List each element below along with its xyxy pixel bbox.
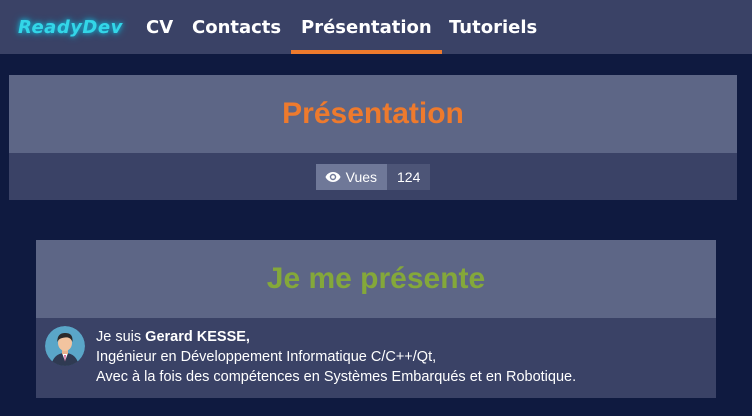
card-title-bar: Je me présente bbox=[36, 240, 716, 318]
page-title-bar: Présentation bbox=[9, 75, 737, 153]
nav-item-contacts[interactable]: Contacts bbox=[192, 0, 281, 54]
nav-item-cv[interactable]: CV bbox=[146, 0, 173, 54]
avatar bbox=[45, 326, 85, 366]
site-logo[interactable]: ReadyDev bbox=[18, 17, 123, 38]
views-count: 124 bbox=[387, 163, 431, 190]
card-body: Je suis Gerard KESSE, Ingénieur en Dével… bbox=[36, 318, 716, 398]
intro-card: Je me présente Je suis Gerard KESSE, Ing… bbox=[36, 240, 716, 398]
author-name: Gerard KESSE, bbox=[145, 329, 250, 345]
intro-line-3: Avec à la fois des compétences en Systèm… bbox=[96, 369, 577, 385]
views-label: Vues bbox=[345, 168, 378, 185]
nav-item-presentation[interactable]: Présentation bbox=[291, 0, 442, 54]
top-navbar: ReadyDev CV Contacts Présentation Tutori… bbox=[0, 0, 752, 54]
avatar-icon bbox=[45, 326, 85, 366]
presentation-header: Présentation Vues 124 bbox=[9, 75, 737, 200]
views-label-box: Vues bbox=[315, 163, 388, 190]
views-badge: Vues 124 bbox=[315, 163, 431, 190]
views-bar: Vues 124 bbox=[9, 153, 737, 200]
card-title: Je me présente bbox=[266, 262, 486, 295]
intro-text: Je suis Gerard KESSE, Ingénieur en Dével… bbox=[96, 327, 576, 387]
nav-item-tutoriels[interactable]: Tutoriels bbox=[449, 0, 537, 54]
intro-prefix: Je suis bbox=[96, 329, 146, 345]
intro-line-2: Ingénieur en Développement Informatique … bbox=[96, 349, 437, 365]
intro-line-1: Je suis Gerard KESSE, bbox=[96, 327, 576, 347]
eye-icon bbox=[325, 171, 341, 182]
page-title: Présentation bbox=[282, 97, 464, 130]
